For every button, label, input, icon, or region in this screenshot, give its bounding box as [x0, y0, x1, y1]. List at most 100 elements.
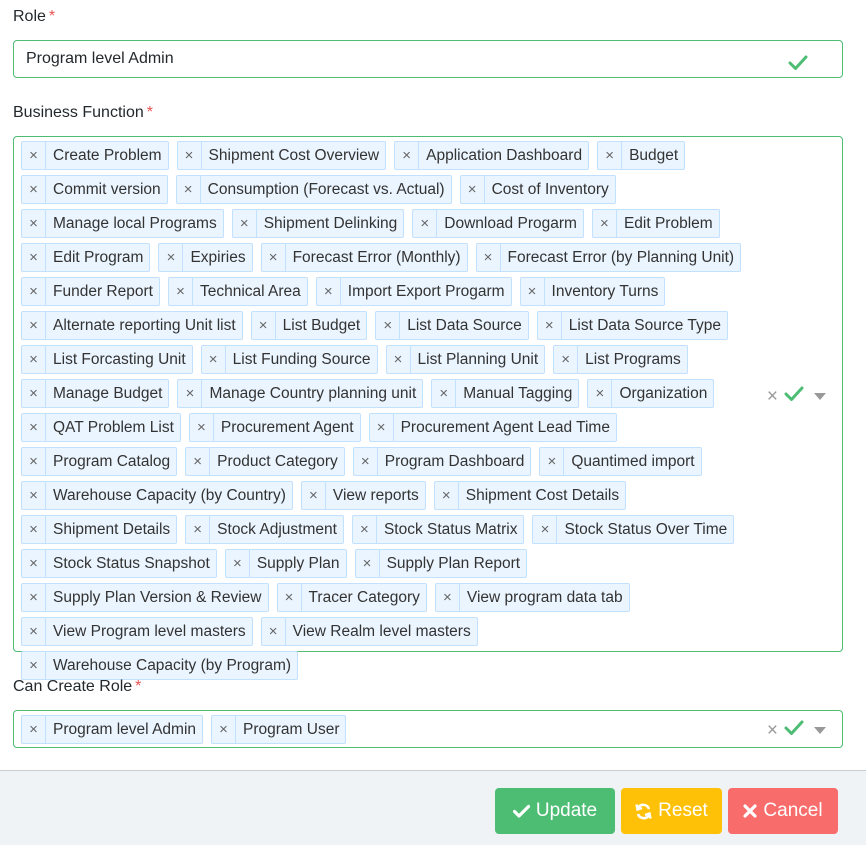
- tag-label: Program User: [243, 720, 340, 738]
- remove-tag-icon[interactable]: ×: [22, 244, 46, 271]
- remove-tag-icon[interactable]: ×: [22, 584, 46, 611]
- can-create-role-label-text: Can Create Role: [13, 678, 133, 695]
- remove-tag-icon[interactable]: ×: [186, 448, 211, 475]
- remove-tag-icon[interactable]: ×: [252, 312, 276, 339]
- remove-tag-icon[interactable]: ×: [186, 516, 211, 543]
- remove-tag-icon[interactable]: ×: [317, 278, 341, 305]
- remove-tag-icon[interactable]: ×: [593, 210, 617, 237]
- tag-label: Organization: [619, 384, 708, 402]
- reset-button[interactable]: Reset: [621, 788, 722, 834]
- remove-tag-icon[interactable]: ×: [178, 380, 203, 407]
- selected-tag: × Manage Country planning unit: [177, 379, 424, 408]
- remove-tag-icon[interactable]: ×: [554, 346, 579, 373]
- remove-tag-icon[interactable]: ×: [22, 652, 46, 679]
- remove-tag-icon[interactable]: ×: [598, 142, 623, 169]
- remove-tag-icon[interactable]: ×: [22, 380, 46, 407]
- remove-tag-icon[interactable]: ×: [353, 516, 377, 543]
- remove-tag-icon[interactable]: ×: [540, 448, 565, 475]
- tag-label: Warehouse Capacity (by Country): [53, 486, 286, 504]
- tag-label: Commit version: [53, 180, 161, 198]
- remove-tag-icon[interactable]: ×: [436, 584, 460, 611]
- remove-tag-icon[interactable]: ×: [22, 312, 46, 339]
- update-button[interactable]: Update: [495, 788, 615, 834]
- remove-tag-icon[interactable]: ×: [356, 550, 380, 577]
- remove-tag-icon[interactable]: ×: [178, 142, 202, 169]
- remove-tag-icon[interactable]: ×: [370, 414, 394, 441]
- can-create-role-label: Can Create Role *: [13, 678, 141, 696]
- selected-tag: × Supply Plan Version & Review: [21, 583, 269, 612]
- remove-tag-icon[interactable]: ×: [159, 244, 184, 271]
- clear-icon[interactable]: ×: [767, 720, 778, 742]
- remove-tag-icon[interactable]: ×: [22, 516, 46, 543]
- clear-icon[interactable]: ×: [767, 386, 778, 408]
- selected-tag: × Consumption (Forecast vs. Actual): [175, 175, 452, 204]
- remove-tag-icon[interactable]: ×: [376, 312, 401, 339]
- tag-label: Shipment Delinking: [263, 214, 398, 232]
- check-icon: [512, 804, 530, 818]
- remove-tag-icon[interactable]: ×: [202, 346, 226, 373]
- remove-tag-icon[interactable]: ×: [226, 550, 250, 577]
- selected-tag: × Stock Status Over Time: [532, 515, 735, 544]
- business-function-tags: × Create Problem × Shipment Cost Overview × A…: [21, 141, 752, 685]
- remove-tag-icon[interactable]: ×: [538, 312, 562, 339]
- remove-tag-icon[interactable]: ×: [521, 278, 545, 305]
- remove-tag-icon[interactable]: ×: [22, 176, 46, 203]
- remove-tag-icon[interactable]: ×: [435, 482, 459, 509]
- remove-tag-icon[interactable]: ×: [177, 176, 201, 203]
- remove-tag-icon[interactable]: ×: [533, 516, 558, 543]
- tag-label: Cost of Inventory: [491, 180, 609, 198]
- can-create-role-multiselect[interactable]: × Program level Admin × Program User ×: [13, 710, 843, 748]
- chevron-down-icon[interactable]: [814, 727, 826, 734]
- remove-tag-icon[interactable]: ×: [262, 244, 286, 271]
- selected-tag: × List Forcasting Unit: [21, 345, 193, 374]
- tag-label: Procurement Agent: [220, 418, 354, 436]
- remove-tag-icon[interactable]: ×: [190, 414, 214, 441]
- remove-tag-icon[interactable]: ×: [22, 142, 46, 169]
- tag-label: Funder Report: [53, 282, 153, 300]
- tag-label: Program Catalog: [53, 452, 171, 470]
- tag-label: View Realm level masters: [292, 622, 471, 640]
- remove-tag-icon[interactable]: ×: [262, 618, 286, 645]
- role-input[interactable]: Program level Admin: [13, 40, 843, 78]
- remove-tag-icon[interactable]: ×: [233, 210, 257, 237]
- chevron-down-icon[interactable]: [814, 393, 826, 400]
- tag-label: List Programs: [585, 350, 681, 368]
- cancel-button[interactable]: Cancel: [728, 788, 838, 834]
- remove-tag-icon[interactable]: ×: [22, 550, 46, 577]
- tag-label: View Program level masters: [53, 622, 246, 640]
- tag-label: Stock Status Matrix: [383, 520, 518, 538]
- check-icon: [784, 385, 804, 408]
- remove-tag-icon[interactable]: ×: [461, 176, 485, 203]
- remove-tag-icon[interactable]: ×: [22, 346, 46, 373]
- remove-tag-icon[interactable]: ×: [387, 346, 411, 373]
- remove-tag-icon[interactable]: ×: [413, 210, 438, 237]
- selected-tag: × Manual Tagging: [431, 379, 580, 408]
- remove-tag-icon[interactable]: ×: [22, 210, 46, 237]
- remove-tag-icon[interactable]: ×: [169, 278, 193, 305]
- remove-tag-icon[interactable]: ×: [22, 448, 46, 475]
- remove-tag-icon[interactable]: ×: [212, 716, 237, 743]
- selected-tag: × Create Problem: [21, 141, 169, 170]
- remove-tag-icon[interactable]: ×: [22, 414, 46, 441]
- update-button-label: Update: [535, 800, 598, 821]
- reset-button-label: Reset: [658, 800, 708, 821]
- selected-tag: × List Data Source Type: [536, 311, 729, 340]
- remove-tag-icon[interactable]: ×: [22, 278, 46, 305]
- tag-label: Tracer Category: [308, 588, 420, 606]
- remove-tag-icon[interactable]: ×: [278, 584, 302, 611]
- remove-tag-icon[interactable]: ×: [354, 448, 378, 475]
- selected-tag: × Quantimed import: [539, 447, 702, 476]
- remove-tag-icon[interactable]: ×: [22, 618, 46, 645]
- selected-tag: × View Program level masters: [21, 617, 253, 646]
- remove-tag-icon[interactable]: ×: [477, 244, 501, 271]
- remove-tag-icon[interactable]: ×: [432, 380, 457, 407]
- role-label-text: Role: [13, 8, 46, 25]
- business-function-multiselect[interactable]: × Create Problem × Shipment Cost Overview × A…: [13, 136, 843, 680]
- remove-tag-icon[interactable]: ×: [588, 380, 613, 407]
- tag-label: Supply Plan Report: [386, 554, 521, 572]
- remove-tag-icon[interactable]: ×: [22, 482, 46, 509]
- remove-tag-icon[interactable]: ×: [22, 716, 46, 743]
- tag-label: Edit Program: [53, 248, 144, 266]
- remove-tag-icon[interactable]: ×: [395, 142, 420, 169]
- remove-tag-icon[interactable]: ×: [302, 482, 326, 509]
